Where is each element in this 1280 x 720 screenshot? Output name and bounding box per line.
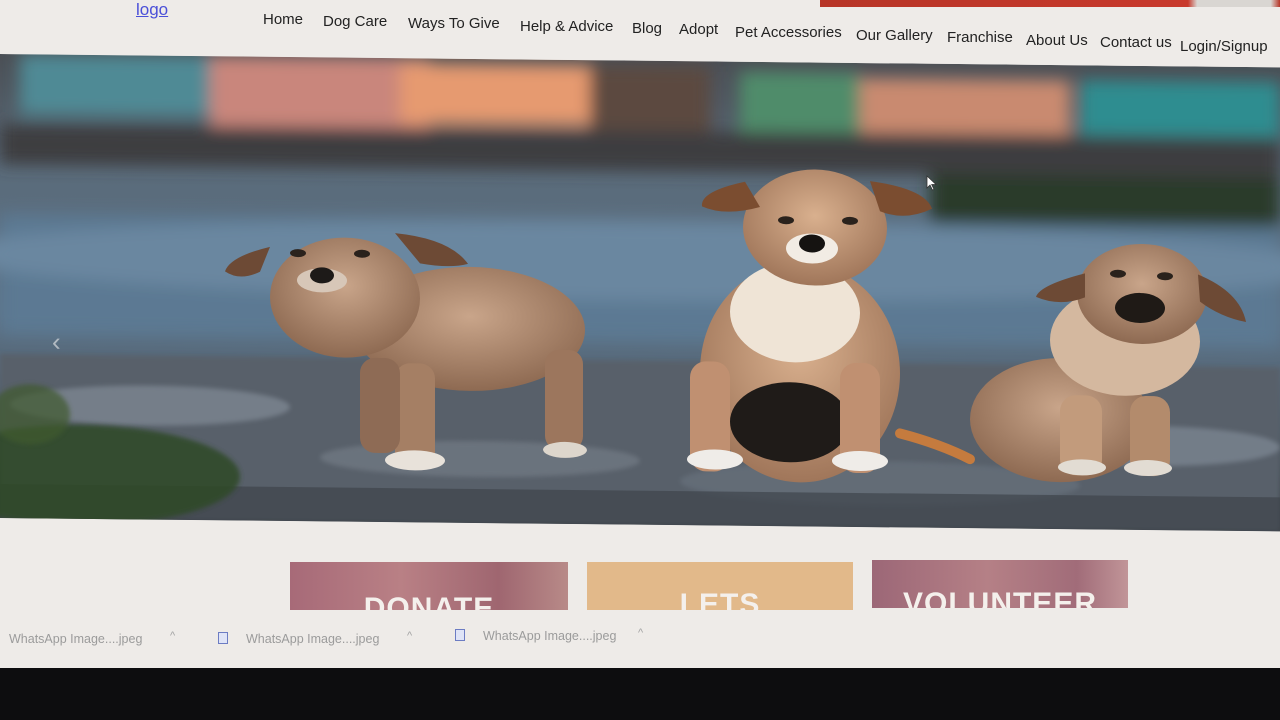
carousel-prev-icon[interactable]: ‹ — [52, 327, 61, 358]
download-menu-caret-icon[interactable]: ^ — [407, 630, 412, 642]
download-bar: WhatsApp Image....jpeg ^ WhatsApp Image.… — [0, 620, 1280, 660]
hero-carousel[interactable]: ‹ — [0, 54, 1280, 532]
nav-contact-us[interactable]: Contact us — [1100, 34, 1172, 51]
nav-our-gallery[interactable]: Our Gallery — [856, 27, 933, 44]
nav-help-advice[interactable]: Help & Advice — [520, 18, 613, 35]
browser-page: logo Home Dog Care Ways To Give Help & A… — [0, 0, 1280, 668]
donate-card-label: DONATE — [363, 592, 495, 610]
lets-card[interactable]: LETS — [587, 562, 853, 610]
nav-login-signup[interactable]: Login/Signup — [1180, 38, 1268, 55]
donate-card[interactable]: DONATE — [290, 562, 568, 610]
file-icon — [218, 632, 228, 644]
mouse-cursor-icon — [926, 175, 938, 191]
download-filename: WhatsApp Image....jpeg — [483, 629, 617, 643]
download-item[interactable]: WhatsApp Image....jpeg — [218, 632, 379, 646]
nav-adopt[interactable]: Adopt — [679, 21, 718, 38]
nav-blog[interactable]: Blog — [632, 20, 662, 37]
nav-ways-to-give[interactable]: Ways To Give — [408, 15, 500, 32]
nav-home[interactable]: Home — [263, 11, 303, 28]
file-icon — [455, 629, 465, 641]
nav-pet-accessories[interactable]: Pet Accessories — [735, 24, 842, 41]
volunteer-card-label: VOLUNTEER — [902, 587, 1097, 608]
nav-franchise[interactable]: Franchise — [947, 29, 1013, 46]
hero-image-puppies — [0, 54, 1280, 532]
volunteer-card[interactable]: VOLUNTEER — [872, 560, 1128, 608]
nav-about-us[interactable]: About Us — [1026, 32, 1088, 49]
main-navigation: Home Dog Care Ways To Give Help & Advice… — [0, 0, 1280, 60]
download-item[interactable]: WhatsApp Image....jpeg — [455, 629, 616, 643]
download-menu-caret-icon[interactable]: ^ — [170, 630, 175, 642]
download-item[interactable]: WhatsApp Image....jpeg — [9, 632, 142, 646]
nav-dog-care[interactable]: Dog Care — [323, 13, 387, 30]
download-filename: WhatsApp Image....jpeg — [9, 632, 143, 646]
download-filename: WhatsApp Image....jpeg — [246, 632, 380, 646]
download-menu-caret-icon[interactable]: ^ — [638, 627, 643, 639]
lets-card-label: LETS — [679, 588, 761, 610]
